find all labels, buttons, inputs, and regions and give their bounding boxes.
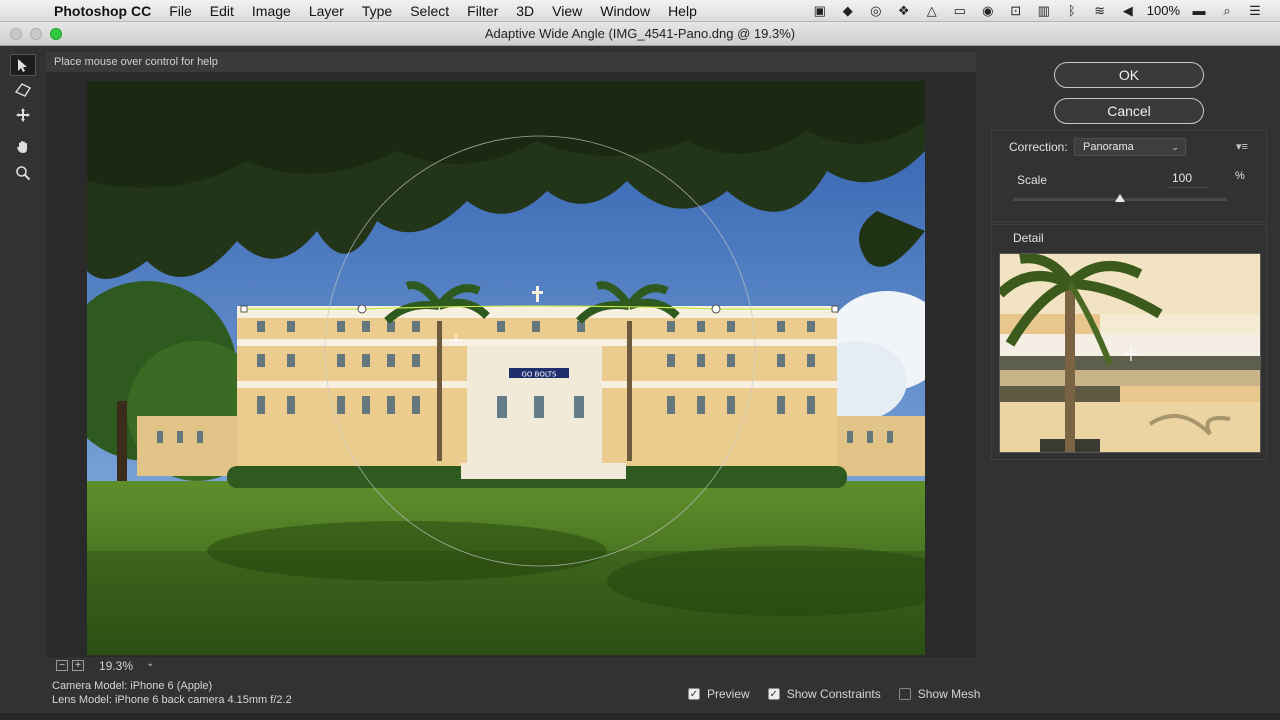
banner-text: GO BOLTS (521, 371, 557, 379)
menu-view[interactable]: View (543, 0, 591, 22)
close-button[interactable] (10, 28, 22, 40)
polygon-constraint-tool-icon[interactable] (10, 79, 36, 101)
help-bar: Place mouse over control for help (46, 52, 976, 72)
window-title-bar: Adaptive Wide Angle (IMG_4541-Pano.dng @… (0, 22, 1280, 46)
window-title: Adaptive Wide Angle (IMG_4541-Pano.dng @… (484, 26, 796, 41)
menu-layer[interactable]: Layer (300, 0, 353, 22)
show-constraints-checkbox[interactable]: ✓ Show Constraints (767, 687, 881, 701)
dropbox-icon[interactable]: ❖ (895, 3, 913, 18)
mesh-check-icon[interactable] (898, 688, 911, 700)
correction-label: Correction: (1009, 140, 1068, 154)
menu-3d[interactable]: 3D (507, 0, 543, 22)
canvas-area[interactable]: GO BOLTS (46, 72, 976, 657)
menu-help[interactable]: Help (659, 0, 706, 22)
zoom-bar: − + 19.3% ⌄ (46, 657, 976, 673)
menu-file[interactable]: File (160, 0, 201, 22)
preview-image[interactable]: GO BOLTS (87, 81, 925, 655)
preview-label: Preview (707, 687, 750, 701)
tool-strip (0, 46, 46, 720)
maximize-button[interactable] (50, 28, 62, 40)
scale-slider-thumb[interactable] (1115, 194, 1125, 202)
wifi-icon[interactable]: ≋ (1091, 3, 1109, 18)
cancel-button[interactable]: Cancel (1054, 98, 1204, 124)
minimize-button[interactable] (30, 28, 42, 40)
detail-magnified-image (1000, 254, 1260, 452)
zoom-in-button[interactable]: + (72, 660, 84, 671)
volume-icon[interactable]: ◀ (1119, 3, 1137, 18)
battery-icon[interactable]: ▬ (1190, 3, 1208, 18)
menu-bar: Photoshop CC File Edit Image Layer Type … (0, 0, 1280, 22)
evernote-helper-icon[interactable]: ◉ (979, 3, 997, 18)
dock-strip (0, 713, 1280, 720)
zoom-out-button[interactable]: − (56, 660, 68, 671)
detail-label: Detail (1013, 231, 1044, 245)
evernote-icon[interactable]: ◆ (839, 3, 857, 18)
menu-select[interactable]: Select (401, 0, 458, 22)
zoom-level[interactable]: 19.3% (99, 659, 133, 673)
ok-button[interactable]: OK (1054, 62, 1204, 88)
camera-icon[interactable]: ▣ (811, 3, 829, 18)
constraints-check-icon[interactable]: ✓ (767, 688, 780, 700)
scale-unit: % (1235, 170, 1245, 182)
zoom-tool-icon[interactable] (10, 162, 36, 184)
show-mesh-label: Show Mesh (917, 687, 981, 701)
correction-select[interactable]: Panorama ⌄ (1074, 138, 1186, 156)
display-icon[interactable]: ▭ (951, 3, 969, 18)
move-tool-icon[interactable] (10, 104, 36, 126)
scale-input[interactable]: 100 (1168, 171, 1208, 188)
battery-percent: 100% (1146, 3, 1180, 18)
detail-loupe (999, 253, 1261, 453)
bluetooth-icon[interactable]: ᛒ (1063, 3, 1081, 18)
status-area: ▣ ◆ ◎ ❖ △ ▭ ◉ ⊡ ▥ ᛒ ≋ ◀ 100% ▬ ⌕ ☰ (811, 3, 1280, 19)
panel-menu-icon[interactable]: ▾≡ (1236, 140, 1248, 153)
correction-value: Panorama (1083, 141, 1134, 153)
menu-type[interactable]: Type (353, 0, 401, 22)
preview-check-icon[interactable]: ✓ (688, 688, 700, 700)
menu-image[interactable]: Image (243, 0, 300, 22)
hand-tool-icon[interactable] (10, 136, 36, 158)
scale-label: Scale (1017, 173, 1048, 187)
settings-panel: OK Cancel Correction: Panorama ⌄ ▾≡ Scal… (980, 46, 1280, 720)
show-mesh-checkbox[interactable]: Show Mesh (898, 687, 981, 701)
show-constraints-label: Show Constraints (786, 687, 881, 701)
chevron-down-icon: ⌄ (1171, 142, 1179, 152)
camera-info: Camera Model: iPhone 6 (Apple) Lens Mode… (52, 679, 292, 707)
adaptive-wide-angle-dialog: Place mouse over control for help GO BOL… (0, 46, 1280, 720)
menu-window[interactable]: Window (591, 0, 659, 22)
camera-model: Camera Model: iPhone 6 (Apple) (52, 680, 213, 692)
spotlight-search-icon[interactable]: ⌕ (1218, 3, 1236, 18)
constraint-tool-icon[interactable] (10, 54, 36, 76)
panorama-photo: GO BOLTS (87, 81, 925, 655)
notification-center-icon[interactable]: ☰ (1246, 3, 1264, 18)
menu-filter[interactable]: Filter (458, 0, 507, 22)
creative-cloud-icon[interactable]: ◎ (867, 3, 885, 18)
preview-checkbox[interactable]: ✓ Preview (688, 687, 750, 701)
drive-icon[interactable]: △ (923, 3, 941, 18)
menu-app-name[interactable]: Photoshop CC (54, 0, 160, 22)
view-options: ✓ Preview ✓ Show Constraints Show Mesh (688, 687, 998, 701)
menu-edit[interactable]: Edit (201, 0, 243, 22)
memory-icon[interactable]: ▥ (1035, 3, 1053, 18)
zoom-dropdown-icon[interactable]: ⌄ (146, 658, 154, 669)
airplay-icon[interactable]: ⊡ (1007, 3, 1025, 18)
lens-model: Lens Model: iPhone 6 back camera 4.15mm … (52, 694, 292, 706)
